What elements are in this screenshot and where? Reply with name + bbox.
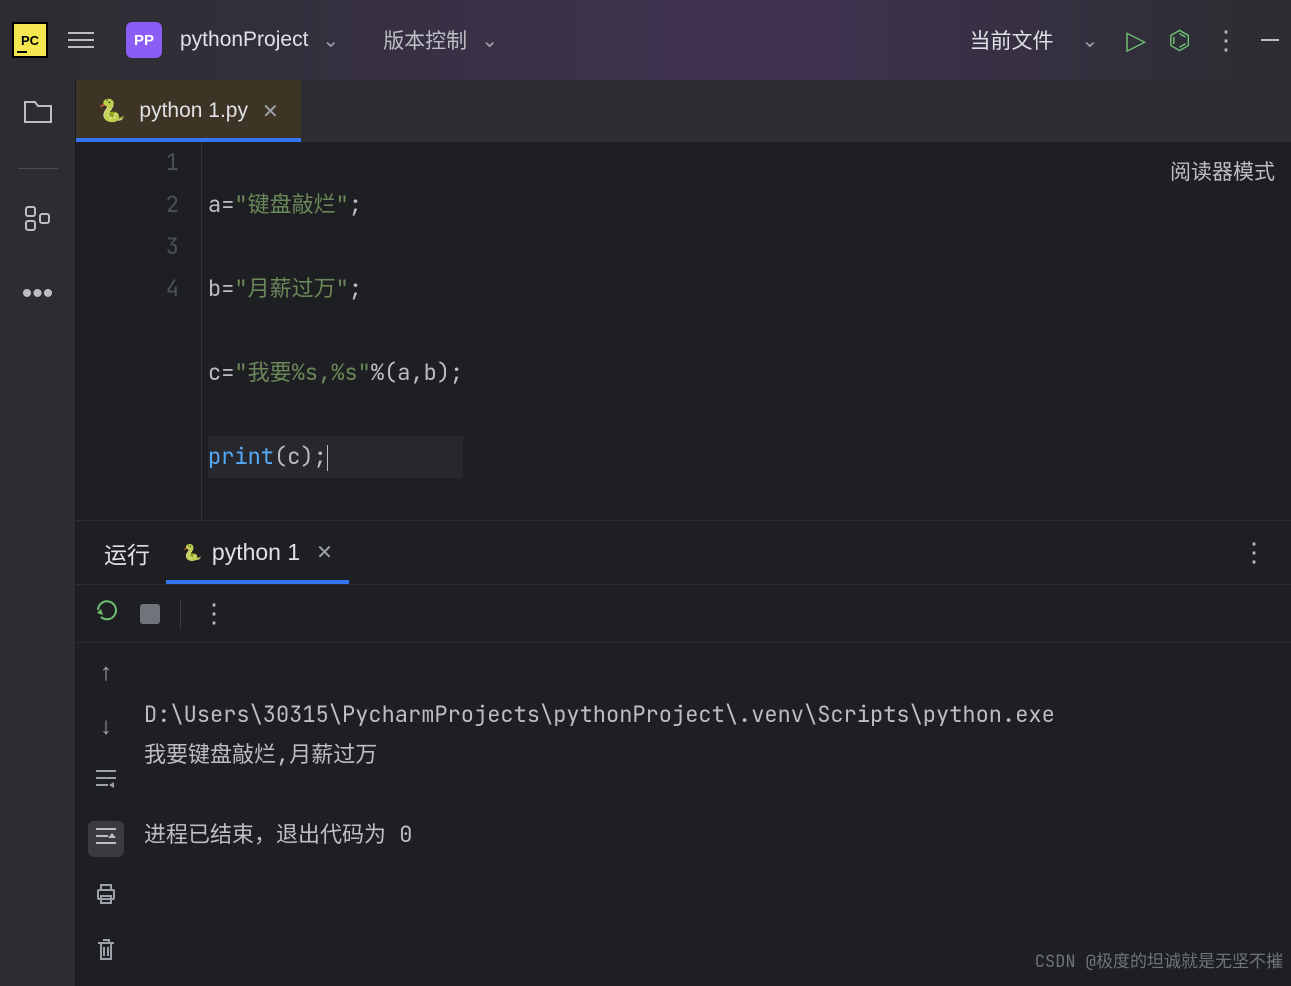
soft-wrap-icon[interactable] xyxy=(94,767,118,795)
more-tools-icon[interactable]: ••• xyxy=(22,277,54,311)
run-panel-header: 运行 🐍 python 1 ✕ ⋮ xyxy=(76,521,1291,585)
line-number: 1 xyxy=(76,142,179,184)
console-stdout: 我要键盘敲烂,月薪过万 xyxy=(144,740,377,769)
line-number: 4 xyxy=(76,268,179,310)
run-toolbar: ⋮ xyxy=(76,585,1291,643)
console-controls: ↑ ↓ xyxy=(76,643,136,986)
project-badge[interactable]: PP xyxy=(126,22,162,58)
left-sidebar: ••• xyxy=(0,80,76,986)
run-more-icon[interactable]: ⋮ xyxy=(1241,537,1267,568)
console-exit-code: 0 xyxy=(399,820,412,849)
toolbar-divider xyxy=(180,599,181,629)
vcs-menu[interactable]: 版本控制 xyxy=(383,25,467,55)
structure-tool-icon[interactable] xyxy=(24,205,52,241)
editor-tab[interactable]: 🐍 python 1.py ✕ xyxy=(76,80,301,142)
more-actions-button[interactable]: ⋮ xyxy=(1213,25,1239,56)
run-toolbar-more-icon[interactable]: ⋮ xyxy=(201,598,227,629)
watermark: CSDN @极度的坦诚就是无坚不摧 xyxy=(1035,942,1283,982)
trash-icon[interactable] xyxy=(95,938,117,969)
tab-filename: python 1.py xyxy=(139,99,248,123)
vcs-chevron-icon[interactable]: ⌄ xyxy=(481,28,498,53)
sidebar-divider xyxy=(18,168,58,169)
python-file-icon: 🐍 xyxy=(182,543,202,563)
python-file-icon: 🐍 xyxy=(98,98,125,124)
titlebar: PC PP pythonProject ⌄ 版本控制 ⌄ 当前文件 ⌄ ▷ ⌬ … xyxy=(0,0,1291,80)
stop-button[interactable] xyxy=(140,604,160,624)
run-button[interactable]: ▷ xyxy=(1126,25,1146,56)
run-panel: 运行 🐍 python 1 ✕ ⋮ ⋮ ↑ ↓ xyxy=(76,520,1291,986)
console-path: D:\Users\30315\PycharmProjects\pythonPro… xyxy=(144,700,1055,729)
scroll-up-icon[interactable]: ↑ xyxy=(100,659,112,687)
run-config-selector[interactable]: 当前文件 xyxy=(970,25,1054,55)
runconfig-chevron-icon[interactable]: ⌄ xyxy=(1082,28,1099,53)
debug-button[interactable]: ⌬ xyxy=(1168,25,1191,56)
project-chevron-icon[interactable]: ⌄ xyxy=(322,28,339,53)
scroll-down-icon[interactable]: ↓ xyxy=(100,713,112,741)
console-output[interactable]: D:\Users\30315\PycharmProjects\pythonPro… xyxy=(136,643,1291,986)
close-tab-icon[interactable]: ✕ xyxy=(262,99,279,124)
run-panel-title: 运行 xyxy=(104,536,150,570)
print-icon[interactable] xyxy=(94,883,118,912)
rerun-button[interactable] xyxy=(94,597,120,630)
run-tab-name: python 1 xyxy=(212,539,300,566)
main-menu-button[interactable] xyxy=(56,20,106,60)
minimize-button[interactable] xyxy=(1261,39,1279,41)
line-number: 2 xyxy=(76,184,179,226)
line-gutter: 1 2 3 4 xyxy=(76,142,201,520)
text-cursor xyxy=(327,445,328,471)
reader-mode-label[interactable]: 阅读器模式 xyxy=(1170,152,1275,194)
code-editor[interactable]: 1 2 3 4 a="键盘敲烂"; b="月薪过万"; c="我要%s,%s"%… xyxy=(76,142,1291,520)
run-tab[interactable]: 🐍 python 1 ✕ xyxy=(174,521,341,584)
pycharm-logo[interactable]: PC xyxy=(12,22,48,58)
line-number: 3 xyxy=(76,226,179,268)
close-run-tab-icon[interactable]: ✕ xyxy=(316,540,333,565)
project-name[interactable]: pythonProject xyxy=(180,28,308,52)
code-content[interactable]: a="键盘敲烂"; b="月薪过万"; c="我要%s,%s"%(a,b); p… xyxy=(201,142,463,520)
console-exit-label: 进程已结束，退出代码为 xyxy=(144,820,399,849)
scroll-to-end-icon[interactable] xyxy=(88,821,124,857)
editor-tabs: 🐍 python 1.py ✕ xyxy=(76,80,1291,142)
project-tool-icon[interactable] xyxy=(23,98,53,132)
